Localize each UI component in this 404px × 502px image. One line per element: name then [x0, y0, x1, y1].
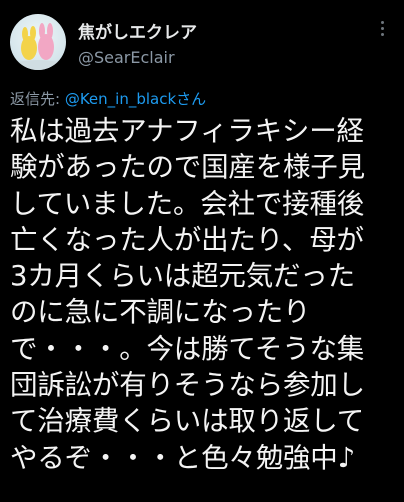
more-options-icon[interactable] — [372, 14, 392, 42]
tweet-line: で・・・。今は勝てそうな集 — [10, 332, 365, 365]
tweet-line: 亡くなった人が出たり、母が — [10, 223, 364, 256]
reply-mention-link[interactable]: @Ken_in_blackさん — [65, 90, 206, 108]
avatar[interactable] — [10, 14, 66, 70]
tweet-line: 3カ月くらいは超元気だった — [10, 260, 355, 293]
author-handle[interactable]: @SearEclair — [78, 48, 175, 67]
tweet-line: していました。会社で接種後 — [10, 187, 365, 220]
more-dot — [380, 20, 384, 24]
tweet-line: て治療費くらいは取り返して — [10, 405, 365, 438]
tweet-text: 私は過去アナフィラキシー経 験があったので国産を様子見 していました。会社で接種… — [10, 113, 402, 476]
avatar-image — [12, 23, 64, 70]
tweet-line: 験があったので国産を様子見 — [10, 151, 365, 184]
tweet-line: やるぞ・・・と色々勉強中♪ — [10, 441, 355, 474]
tweet-line: のに急に不調になったり — [10, 296, 311, 329]
reply-label: 返信先: — [10, 90, 65, 108]
reply-context: 返信先: @Ken_in_blackさん — [10, 88, 206, 109]
author-display-name[interactable]: 焦がしエクレア — [78, 18, 197, 43]
more-dot — [380, 26, 384, 30]
more-dot — [380, 32, 384, 36]
tweet-line: 団訴訟が有りそうなら参加し — [10, 369, 365, 402]
tweet-line: 私は過去アナフィラキシー経 — [10, 115, 364, 147]
